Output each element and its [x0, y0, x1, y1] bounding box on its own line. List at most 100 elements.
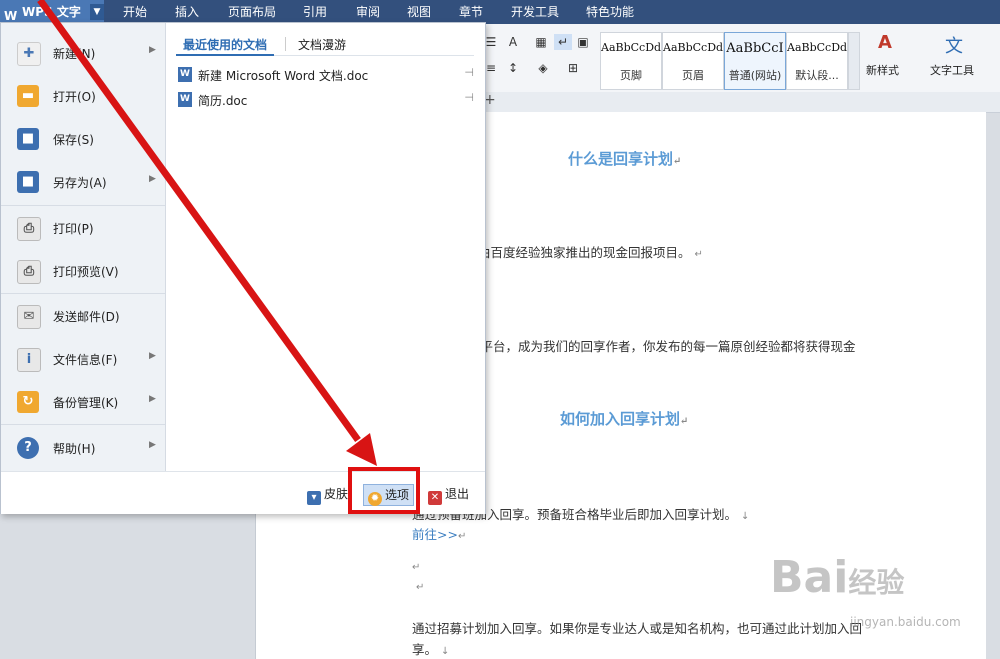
new-style-label[interactable]: 新样式: [866, 62, 899, 78]
menu-item-label: 打开(O): [53, 90, 96, 104]
menu-item-file-info[interactable]: i 文件信息(F) ▶: [1, 339, 165, 379]
pin-icon[interactable]: ⊣: [464, 66, 474, 79]
tab-review[interactable]: 审阅: [356, 0, 380, 24]
doc-line: 通过招募计划加入回享。如果你是专业达人或是知名机构，也可通过此计划加入回: [412, 621, 863, 636]
style-label: 页眉: [682, 69, 704, 82]
style-default-paragraph[interactable]: AaBbCcDd 默认段...: [786, 32, 848, 90]
font-size-icon[interactable]: A: [504, 34, 522, 50]
style-sample: AaBbCcI: [726, 41, 784, 56]
menu-item-send-mail[interactable]: ✉ 发送邮件(D): [1, 296, 165, 336]
menu-item-open[interactable]: ▬ 打开(O): [1, 76, 165, 116]
close-icon: ✕: [428, 491, 442, 505]
menu-item-label: 新建(N): [53, 47, 96, 61]
wps-app-menu-button[interactable]: W WPS 文字 ▼: [0, 0, 104, 24]
text-tools-icon[interactable]: 文: [945, 32, 963, 58]
table-icon[interactable]: ▦: [532, 34, 550, 50]
submenu-arrow-icon: ▶: [149, 394, 156, 404]
recent-documents-pane: 最近使用的文档 文档漫游 W 新建 Microsoft Word 文档.doc …: [166, 23, 484, 471]
style-sample: AaBbCcDd: [787, 41, 847, 54]
doc-line: 享。 ↓: [412, 642, 450, 657]
paragraph-mark: ↵: [412, 562, 421, 573]
active-tab-indicator: [176, 54, 274, 56]
style-label: 页脚: [620, 69, 642, 82]
pin-icon[interactable]: ⊣: [464, 91, 474, 104]
style-normal-web[interactable]: AaBbCcI 普通(网站): [724, 32, 786, 90]
tab-special-features[interactable]: 特色功能: [586, 0, 634, 24]
menu-item-print-preview[interactable]: ⎙ 打印预览(V): [1, 251, 165, 291]
tab-developer[interactable]: 开发工具: [511, 0, 559, 24]
doc-line: 验平台，成为我们的回享作者，你发布的每一篇原创经验都将获得现金: [468, 339, 856, 354]
menu-separator: [1, 424, 165, 425]
mail-icon: ✉: [17, 305, 41, 329]
menu-item-label: 文件信息(F): [53, 353, 118, 367]
menu-item-help[interactable]: ? 帮助(H) ▶: [1, 428, 165, 468]
backup-icon: ↻: [17, 391, 39, 413]
menu-item-label: 打印(P): [53, 222, 94, 236]
new-style-icon[interactable]: A: [878, 32, 892, 53]
style-sample: AaBbCcDd: [663, 41, 723, 54]
app-dropdown-icon[interactable]: ▼: [90, 4, 104, 20]
submenu-arrow-icon: ▶: [149, 174, 156, 184]
menu-item-label: 帮助(H): [53, 442, 96, 456]
menu-item-save[interactable]: ■ 保存(S): [1, 119, 165, 159]
select-icon[interactable]: ▣: [574, 34, 592, 50]
menu-separator: [1, 293, 165, 294]
submenu-arrow-icon: ▶: [149, 440, 156, 450]
skin-button[interactable]: ▾ 皮肤: [307, 484, 349, 505]
doc-heading-1: 什么是回享计划↵: [568, 150, 682, 168]
tab-divider: [285, 37, 286, 51]
app-name: WPS 文字: [22, 5, 81, 19]
tab-recent-documents[interactable]: 最近使用的文档: [183, 36, 267, 53]
paragraph-mark-icon[interactable]: ↵: [554, 34, 572, 50]
help-icon: ?: [17, 437, 39, 459]
doc-link-go[interactable]: 前往>>↵: [412, 524, 466, 543]
exit-button[interactable]: ✕ 退出: [428, 484, 470, 505]
text-tools-label[interactable]: 文字工具: [930, 62, 974, 78]
new-document-icon: ✚: [17, 42, 41, 66]
shading-icon[interactable]: ◈: [534, 60, 552, 76]
menu-item-save-as[interactable]: ■ 另存为(A) ▶: [1, 162, 165, 202]
style-footer[interactable]: AaBbCcDd 页脚: [600, 32, 662, 90]
ribbon-toolbar: ☰ A ▦ ↵ ▣ ≡ ↕ ◈ ⊞ AaBbCcDd 页脚 AaBbCcDd 页…: [480, 24, 1000, 93]
document-tab-strip: +: [480, 92, 1000, 113]
word-doc-icon: W: [178, 67, 192, 82]
border-icon[interactable]: ⊞: [564, 60, 582, 76]
style-label: 默认段...: [795, 69, 839, 82]
tab-chapter[interactable]: 章节: [459, 0, 483, 24]
tab-page-layout[interactable]: 页面布局: [228, 0, 276, 24]
doc-line: 由百度经验独家推出的现金回报项目。 ↵: [478, 245, 703, 260]
exit-label: 退出: [445, 487, 470, 501]
menu-item-label: 备份管理(K): [53, 396, 119, 410]
skin-label: 皮肤: [324, 487, 349, 501]
tab-view[interactable]: 视图: [407, 0, 431, 24]
menu-item-label: 另存为(A): [53, 176, 107, 190]
recent-file-item[interactable]: W 简历.doc ⊣: [178, 90, 474, 110]
styles-scroll[interactable]: [848, 32, 860, 90]
style-label: 普通(网站): [728, 69, 782, 82]
menu-item-label: 保存(S): [53, 133, 94, 147]
tab-insert[interactable]: 插入: [175, 0, 199, 24]
menu-item-print[interactable]: ⎙ 打印(P): [1, 208, 165, 248]
file-menu-popup: ✚ 新建(N) ▶ ▬ 打开(O) ■ 保存(S) ■ 另存为(A) ▶ ⎙ 打…: [0, 22, 486, 514]
watermark-brand: Bai: [770, 552, 849, 603]
menu-item-backup[interactable]: ↻ 备份管理(K) ▶: [1, 382, 165, 422]
recent-file-item[interactable]: W 新建 Microsoft Word 文档.doc ⊣: [178, 65, 474, 85]
style-sample: AaBbCcDd: [601, 41, 661, 54]
line-spacing-icon[interactable]: ↕: [504, 60, 522, 76]
baidu-watermark: Bai经验: [770, 552, 904, 603]
menu-item-new[interactable]: ✚ 新建(N) ▶: [1, 33, 165, 73]
menu-item-label: 发送邮件(D): [53, 310, 120, 324]
print-preview-icon: ⎙: [17, 260, 41, 284]
watermark-brand-2: 经验: [848, 566, 905, 599]
wps-logo-icon: W: [4, 9, 18, 23]
tab-home[interactable]: 开始: [123, 0, 147, 24]
recent-file-name: 新建 Microsoft Word 文档.doc: [198, 69, 369, 83]
tab-document-roaming[interactable]: 文档漫游: [298, 36, 346, 53]
word-doc-icon: W: [178, 92, 192, 107]
file-info-icon: i: [17, 348, 41, 372]
style-header[interactable]: AaBbCcDd 页眉: [662, 32, 724, 90]
menu-bar: W WPS 文字 ▼ 开始 插入 页面布局 引用 审阅 视图 章节 开发工具 特…: [0, 0, 1000, 24]
recent-file-name: 简历.doc: [198, 94, 248, 108]
open-folder-icon: ▬: [17, 85, 39, 107]
tab-references[interactable]: 引用: [303, 0, 327, 24]
